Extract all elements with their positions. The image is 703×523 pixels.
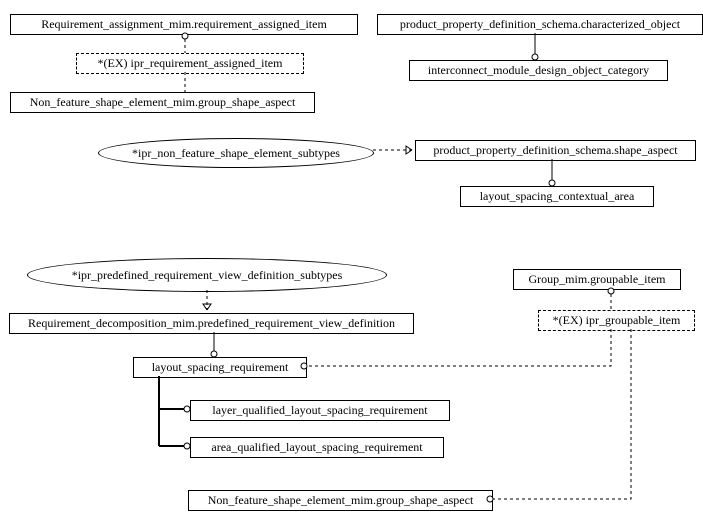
entity-layout-spacing-contextual-area: layout_spacing_contextual_area: [460, 186, 654, 207]
entity-group-mim-groupable-item: Group_mim.groupable_item: [513, 269, 681, 290]
entity-area-qualified-layout-spacing-requirement: area_qualified_layout_spacing_requiremen…: [190, 437, 444, 458]
rule-ipr-predefined-requirement-view-definition-subtypes: *ipr_predefined_requirement_view_definit…: [27, 258, 387, 292]
entity-non-feature-shape-element-top: Non_feature_shape_element_mim.group_shap…: [10, 92, 315, 113]
rule-ipr-non-feature-shape-element-subtypes: *ipr_non_feature_shape_element_subtypes: [98, 138, 374, 168]
entity-layer-qualified-layout-spacing-requirement: layer_qualified_layout_spacing_requireme…: [190, 400, 450, 421]
select-ipr-requirement-assigned-item: *(EX) ipr_requirement_assigned_item: [76, 53, 304, 74]
entity-non-feature-shape-element-bottom: Non_feature_shape_element_mim.group_shap…: [188, 490, 493, 511]
entity-product-property-characterized-object: product_property_definition_schema.chara…: [377, 14, 703, 35]
entity-requirement-assignment: Requirement_assignment_mim.requirement_a…: [10, 14, 358, 35]
entity-requirement-decomposition-predefined-view: Requirement_decomposition_mim.predefined…: [9, 313, 414, 334]
entity-interconnect-module-design-object-category: interconnect_module_design_object_catego…: [409, 60, 668, 81]
select-ipr-groupable-item: *(EX) ipr_groupable_item: [538, 310, 695, 331]
entity-product-property-shape-aspect: product_property_definition_schema.shape…: [415, 140, 696, 161]
entity-layout-spacing-requirement: layout_spacing_requirement: [133, 357, 307, 378]
